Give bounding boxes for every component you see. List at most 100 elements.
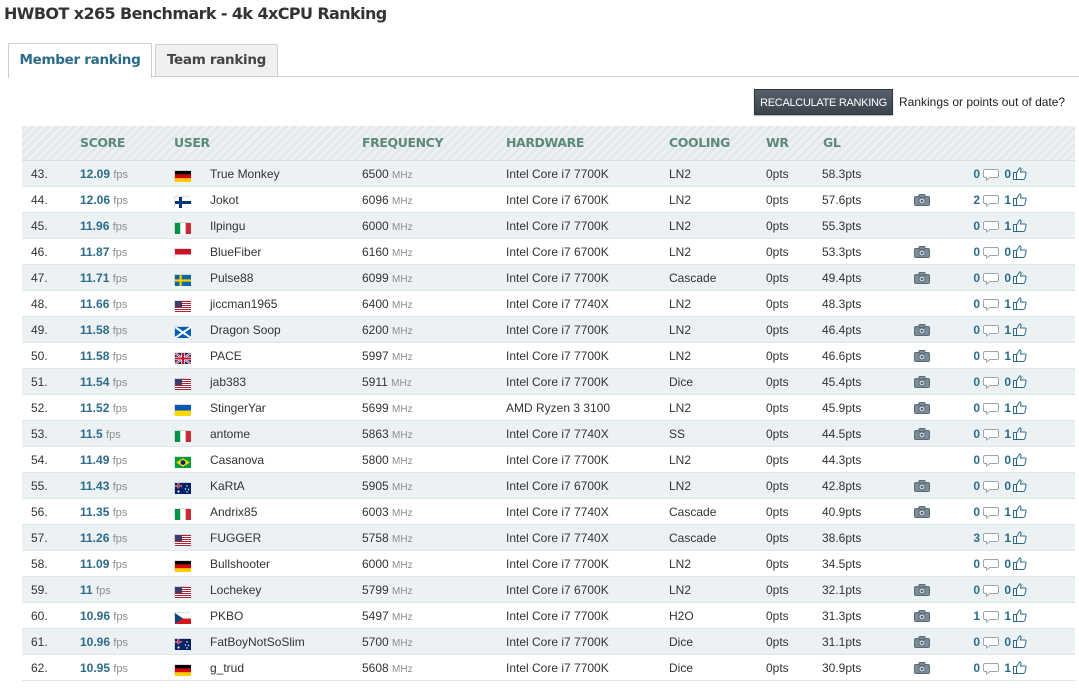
comment-bubble-icon[interactable] bbox=[983, 168, 999, 181]
comment-count[interactable]: 0 bbox=[952, 265, 980, 291]
like-count[interactable]: 0 bbox=[999, 551, 1011, 577]
score-cell[interactable]: 11.58 fps bbox=[80, 343, 127, 370]
header-hardware[interactable]: HARDWARE bbox=[506, 126, 584, 160]
hardware-cell[interactable]: Intel Core i7 7700K bbox=[506, 447, 609, 473]
score-cell[interactable]: 10.96 fps bbox=[80, 629, 128, 656]
thumbs-up-icon[interactable] bbox=[1013, 661, 1027, 674]
hardware-cell[interactable]: Intel Core i7 7700K bbox=[506, 265, 609, 291]
comment-count[interactable]: 2 bbox=[952, 187, 980, 213]
like-count[interactable]: 0 bbox=[999, 629, 1011, 655]
comment-count[interactable]: 0 bbox=[952, 499, 980, 525]
table-row[interactable]: 57. 11.26 fps FUGGER 5758 MHz Intel Core i7 … bbox=[22, 525, 1075, 551]
header-cooling[interactable]: COOLING bbox=[669, 126, 730, 160]
camera-icon[interactable] bbox=[914, 246, 930, 258]
hardware-cell[interactable]: Intel Core i7 7700K bbox=[506, 161, 609, 187]
camera-icon[interactable] bbox=[914, 350, 930, 362]
like-count[interactable]: 1 bbox=[999, 655, 1011, 681]
user-link[interactable]: Ilpingu bbox=[210, 213, 245, 239]
thumbs-up-icon[interactable] bbox=[1013, 453, 1027, 466]
score-cell[interactable]: 10.96 fps bbox=[80, 603, 128, 630]
comment-bubble-icon[interactable] bbox=[983, 480, 999, 493]
like-count[interactable]: 0 bbox=[999, 161, 1011, 187]
user-link[interactable]: StingerYar bbox=[210, 395, 266, 421]
camera-icon[interactable] bbox=[914, 480, 930, 492]
score-cell[interactable]: 12.06 fps bbox=[80, 187, 128, 214]
user-link[interactable]: KaRtA bbox=[210, 473, 245, 499]
camera-icon[interactable] bbox=[914, 428, 930, 440]
table-row[interactable]: 48. 11.66 fps jiccman1965 6400 MHz Intel Cor… bbox=[22, 291, 1075, 317]
score-cell[interactable]: 11.49 fps bbox=[80, 447, 127, 474]
comment-count[interactable]: 0 bbox=[952, 421, 980, 447]
like-count[interactable]: 0 bbox=[999, 239, 1011, 265]
user-link[interactable]: Pulse88 bbox=[210, 265, 253, 291]
comment-bubble-icon[interactable] bbox=[983, 350, 999, 363]
hardware-cell[interactable]: AMD Ryzen 3 3100 bbox=[506, 395, 610, 421]
comment-count[interactable]: 0 bbox=[952, 239, 980, 265]
comment-bubble-icon[interactable] bbox=[983, 454, 999, 467]
comment-count[interactable]: 0 bbox=[952, 369, 980, 395]
hardware-cell[interactable]: Intel Core i7 7700K bbox=[506, 213, 609, 239]
score-cell[interactable]: 11.43 fps bbox=[80, 473, 127, 500]
comment-count[interactable]: 0 bbox=[952, 291, 980, 317]
comment-count[interactable]: 0 bbox=[952, 447, 980, 473]
comment-count[interactable]: 0 bbox=[952, 577, 980, 603]
score-cell[interactable]: 11.09 fps bbox=[80, 551, 127, 578]
camera-icon[interactable] bbox=[914, 272, 930, 284]
header-frequency[interactable]: FREQUENCY bbox=[362, 126, 444, 160]
comment-bubble-icon[interactable] bbox=[983, 194, 999, 207]
thumbs-up-icon[interactable] bbox=[1013, 167, 1027, 180]
tab-team-ranking[interactable]: Team ranking bbox=[155, 44, 278, 76]
score-cell[interactable]: 11.52 fps bbox=[80, 395, 127, 422]
thumbs-up-icon[interactable] bbox=[1013, 609, 1027, 622]
header-gl[interactable]: GL bbox=[823, 126, 841, 160]
like-count[interactable]: 0 bbox=[999, 577, 1011, 603]
thumbs-up-icon[interactable] bbox=[1013, 271, 1027, 284]
thumbs-up-icon[interactable] bbox=[1013, 427, 1027, 440]
like-count[interactable]: 1 bbox=[999, 291, 1011, 317]
thumbs-up-icon[interactable] bbox=[1013, 193, 1027, 206]
score-cell[interactable]: 11.54 fps bbox=[80, 369, 127, 396]
comment-count[interactable]: 0 bbox=[952, 473, 980, 499]
table-row[interactable]: 44. 12.06 fps Jokot 6096 MHz Intel Core i7 6… bbox=[22, 187, 1075, 213]
user-link[interactable]: PKBO bbox=[210, 603, 243, 629]
user-link[interactable]: Dragon Soop bbox=[210, 317, 281, 343]
hardware-cell[interactable]: Intel Core i7 7700K bbox=[506, 655, 609, 681]
hardware-cell[interactable]: Intel Core i7 6700K bbox=[506, 473, 609, 499]
camera-icon[interactable] bbox=[914, 610, 930, 622]
hardware-cell[interactable]: Intel Core i7 7700K bbox=[506, 343, 609, 369]
thumbs-up-icon[interactable] bbox=[1013, 531, 1027, 544]
user-link[interactable]: Andrix85 bbox=[210, 499, 257, 525]
score-cell[interactable]: 11.26 fps bbox=[80, 525, 127, 552]
thumbs-up-icon[interactable] bbox=[1013, 505, 1027, 518]
user-link[interactable]: Lochekey bbox=[210, 577, 261, 603]
like-count[interactable]: 1 bbox=[999, 187, 1011, 213]
table-row[interactable]: 60. 10.96 fps PKBO 5497 MHz Intel Core i7 77… bbox=[22, 603, 1075, 629]
tab-member-ranking[interactable]: Member ranking bbox=[8, 43, 152, 78]
table-row[interactable]: 58. 11.09 fps Bullshooter 6000 MHz Intel Cor… bbox=[22, 551, 1075, 577]
table-row[interactable]: 61. 10.96 fps FatBoyNotSoSlim 5700 MHz Intel… bbox=[22, 629, 1075, 655]
comment-bubble-icon[interactable] bbox=[983, 558, 999, 571]
table-row[interactable]: 46. 11.87 fps BlueFiber 6160 MHz Intel Core … bbox=[22, 239, 1075, 265]
score-cell[interactable]: 11.35 fps bbox=[80, 499, 127, 526]
table-row[interactable]: 59. 11 fps Lochekey 5799 MHz Intel Core i7 6… bbox=[22, 577, 1075, 603]
user-link[interactable]: Bullshooter bbox=[210, 551, 270, 577]
score-cell[interactable]: 11 fps bbox=[80, 577, 111, 604]
table-row[interactable]: 49. 11.58 fps Dragon Soop 6200 MHz Intel Cor… bbox=[22, 317, 1075, 343]
user-link[interactable]: Casanova bbox=[210, 447, 264, 473]
comment-bubble-icon[interactable] bbox=[983, 298, 999, 311]
user-link[interactable]: FUGGER bbox=[210, 525, 261, 551]
thumbs-up-icon[interactable] bbox=[1013, 297, 1027, 310]
camera-icon[interactable] bbox=[914, 324, 930, 336]
header-score[interactable]: SCORE bbox=[80, 126, 125, 160]
camera-icon[interactable] bbox=[914, 636, 930, 648]
table-row[interactable]: 45. 11.96 fps Ilpingu 6000 MHz Intel Core i7… bbox=[22, 213, 1075, 239]
comment-bubble-icon[interactable] bbox=[983, 272, 999, 285]
score-cell[interactable]: 11.66 fps bbox=[80, 291, 127, 318]
header-wr[interactable]: WR bbox=[766, 126, 789, 160]
like-count[interactable]: 1 bbox=[999, 421, 1011, 447]
hardware-cell[interactable]: Intel Core i7 7700K bbox=[506, 317, 609, 343]
recalculate-ranking-button[interactable]: RECALCULATE RANKING bbox=[754, 89, 893, 115]
user-link[interactable]: Jokot bbox=[210, 187, 239, 213]
hardware-cell[interactable]: Intel Core i7 7700K bbox=[506, 629, 609, 655]
like-count[interactable]: 0 bbox=[999, 265, 1011, 291]
